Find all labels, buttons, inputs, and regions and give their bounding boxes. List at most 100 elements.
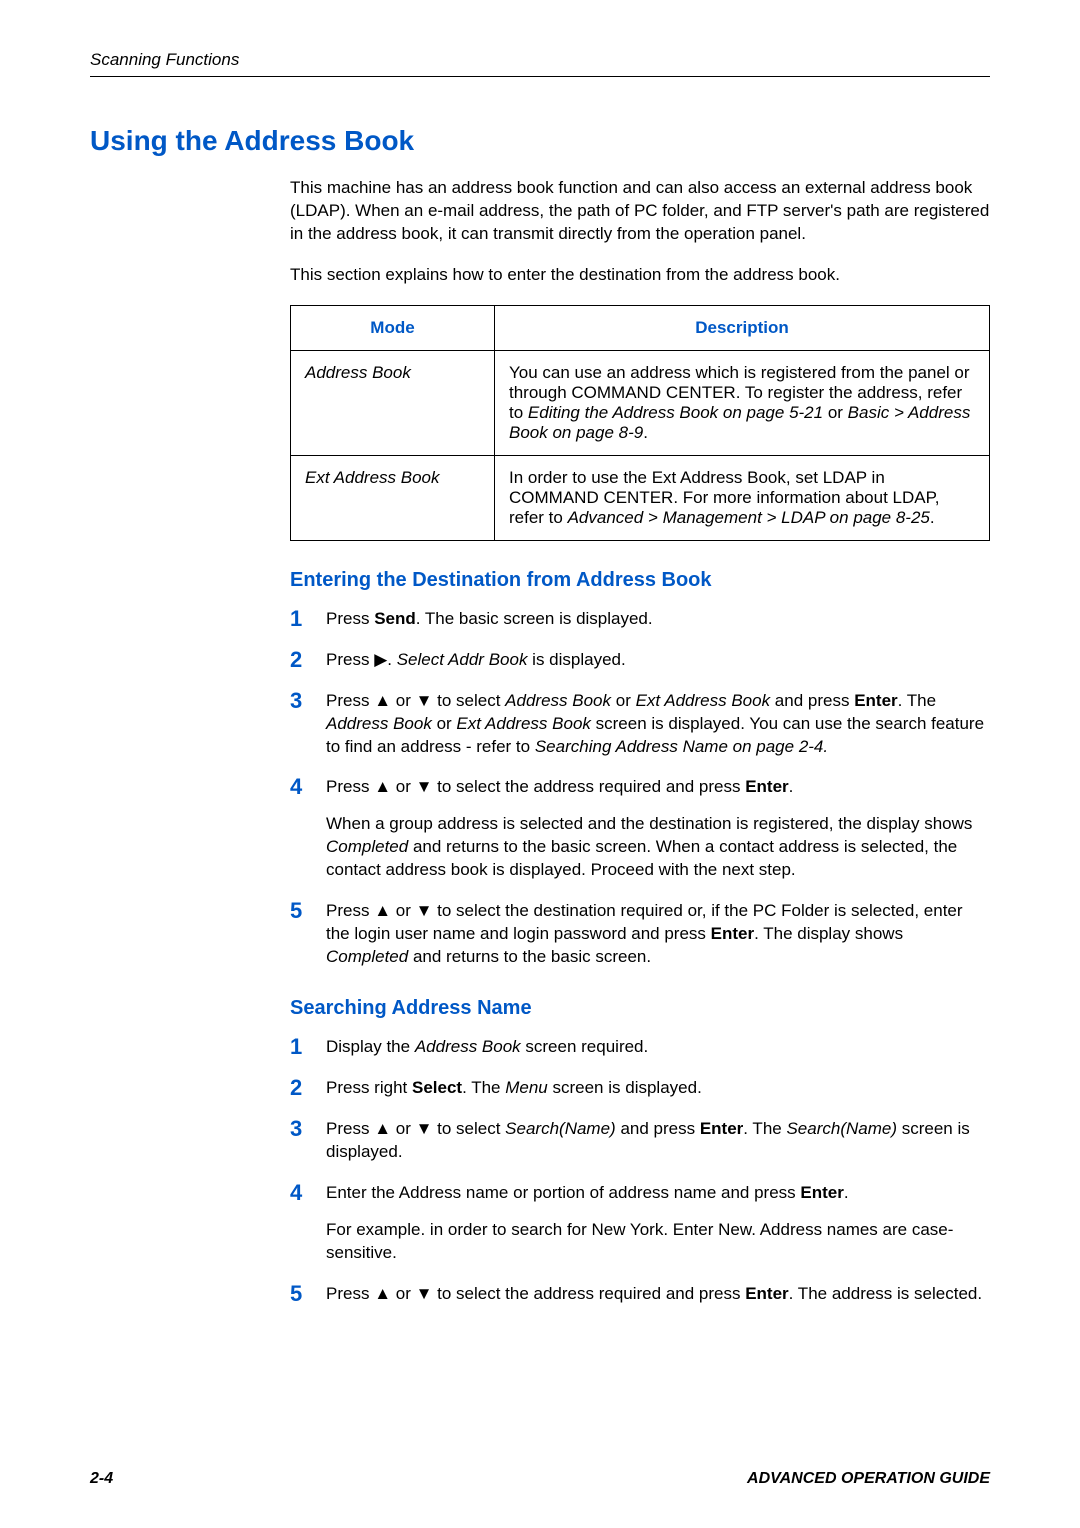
text: . The — [898, 691, 936, 710]
key-name: Enter — [745, 1284, 788, 1303]
down-arrow-icon: ▼ — [416, 900, 433, 923]
screen-name: Address Book — [415, 1037, 521, 1056]
desc-text: . — [643, 423, 648, 442]
content-column: This machine has an address book functio… — [290, 177, 990, 1324]
table-header-row: Mode Description — [291, 305, 990, 350]
text: and returns to the basic screen. When a … — [326, 837, 957, 879]
desc-text: . — [930, 508, 935, 527]
text: and press — [770, 691, 854, 710]
step-number: 1 — [290, 1036, 310, 1059]
text: Display the — [326, 1037, 415, 1056]
text: . The basic screen is displayed. — [416, 609, 653, 628]
key-name: Enter — [700, 1119, 743, 1138]
text: to select — [432, 691, 505, 710]
text: or — [391, 691, 416, 710]
key-name: Select — [412, 1078, 462, 1097]
mode-cell: Address Book — [291, 350, 495, 455]
option-name: Ext Address Book — [636, 691, 771, 710]
desc-cell: You can use an address which is register… — [495, 350, 990, 455]
text: or — [391, 777, 416, 796]
text: Press — [326, 1284, 374, 1303]
step-body: Display the Address Book screen required… — [326, 1036, 990, 1059]
up-arrow-icon: ▲ — [374, 690, 391, 713]
text: screen required. — [521, 1037, 649, 1056]
step: 1 Press Send. The basic screen is displa… — [290, 608, 990, 631]
running-header: Scanning Functions — [90, 50, 990, 77]
step-body: Press right Select. The Menu screen is d… — [326, 1077, 990, 1100]
desc-ref: Editing the Address Book on page 5-21 — [528, 403, 823, 422]
text: or — [391, 901, 416, 920]
step-number: 3 — [290, 690, 310, 759]
screen-name: Address Book — [326, 714, 432, 733]
text: . — [844, 1183, 849, 1202]
step-body: Press Send. The basic screen is displaye… — [326, 608, 990, 631]
down-arrow-icon: ▼ — [416, 690, 433, 713]
text: . The — [462, 1078, 505, 1097]
text: or — [391, 1284, 416, 1303]
text: to select the address required and press — [432, 777, 745, 796]
page-number: 2-4 — [90, 1470, 113, 1488]
option-name: Address Book — [505, 691, 611, 710]
page-footer: 2-4 ADVANCED OPERATION GUIDE — [90, 1470, 990, 1488]
step: 1 Display the Address Book screen requir… — [290, 1036, 990, 1059]
table-row: Address Book You can use an address whic… — [291, 350, 990, 455]
page-title: Using the Address Book — [90, 125, 990, 157]
status-name: Completed — [326, 947, 408, 966]
text: Press — [326, 609, 374, 628]
screen-name: Menu — [505, 1078, 548, 1097]
text: For example. in order to search for New … — [326, 1219, 990, 1265]
key-name: Send — [374, 609, 416, 628]
step: 5 Press ▲ or ▼ to select the address req… — [290, 1283, 990, 1306]
section-name: Scanning Functions — [90, 50, 239, 69]
step: 3 Press ▲ or ▼ to select Address Book or… — [290, 690, 990, 759]
screen-name: Select Addr Book — [397, 650, 528, 669]
text: When a group address is selected and the… — [326, 814, 972, 833]
key-name: Enter — [854, 691, 897, 710]
text: Press right — [326, 1078, 412, 1097]
down-arrow-icon: ▼ — [416, 1118, 433, 1141]
step: 2 Press right Select. The Menu screen is… — [290, 1077, 990, 1100]
subheading: Searching Address Name — [290, 997, 990, 1020]
step-body: Press ▲ or ▼ to select the address requi… — [326, 1283, 990, 1306]
text: Press — [326, 901, 374, 920]
text: . — [387, 650, 396, 669]
intro-paragraph-1: This machine has an address book functio… — [290, 177, 990, 246]
step-number: 2 — [290, 649, 310, 672]
text: Press — [326, 650, 374, 669]
down-arrow-icon: ▼ — [416, 1283, 433, 1306]
step-body: Enter the Address name or portion of add… — [326, 1182, 990, 1265]
text: to select the address required and press — [432, 1284, 745, 1303]
text: Enter the Address name or portion of add… — [326, 1183, 800, 1202]
up-arrow-icon: ▲ — [374, 776, 391, 799]
text: to select — [432, 1119, 505, 1138]
up-arrow-icon: ▲ — [374, 1283, 391, 1306]
text: Press — [326, 777, 374, 796]
screen-name: Ext Address Book — [456, 714, 591, 733]
desc-ref: Advanced > Management > LDAP on page 8-2… — [568, 508, 930, 527]
desc-text: or — [823, 403, 848, 422]
text: . The address is selected. — [789, 1284, 982, 1303]
step-number: 1 — [290, 608, 310, 631]
step-number: 5 — [290, 1283, 310, 1306]
text: Press — [326, 1119, 374, 1138]
screen-name: Search(Name) — [786, 1119, 897, 1138]
guide-name: ADVANCED OPERATION GUIDE — [747, 1470, 990, 1488]
step: 5 Press ▲ or ▼ to select the destination… — [290, 900, 990, 969]
col-description: Description — [495, 305, 990, 350]
key-name: Enter — [800, 1183, 843, 1202]
subheading: Entering the Destination from Address Bo… — [290, 569, 990, 592]
key-name: Enter — [711, 924, 754, 943]
step-body: Press ▲ or ▼ to select the destination r… — [326, 900, 990, 969]
page: Scanning Functions Using the Address Boo… — [0, 0, 1080, 1528]
right-arrow-icon: ▶ — [374, 649, 387, 672]
text: or — [391, 1119, 416, 1138]
step: 4 Enter the Address name or portion of a… — [290, 1182, 990, 1265]
text: is displayed. — [527, 650, 625, 669]
table-row: Ext Address Book In order to use the Ext… — [291, 455, 990, 540]
step-body: Press ▲ or ▼ to select Address Book or E… — [326, 690, 990, 759]
up-arrow-icon: ▲ — [374, 1118, 391, 1141]
down-arrow-icon: ▼ — [416, 776, 433, 799]
step-number: 2 — [290, 1077, 310, 1100]
step: 4 Press ▲ or ▼ to select the address req… — [290, 776, 990, 882]
col-mode: Mode — [291, 305, 495, 350]
